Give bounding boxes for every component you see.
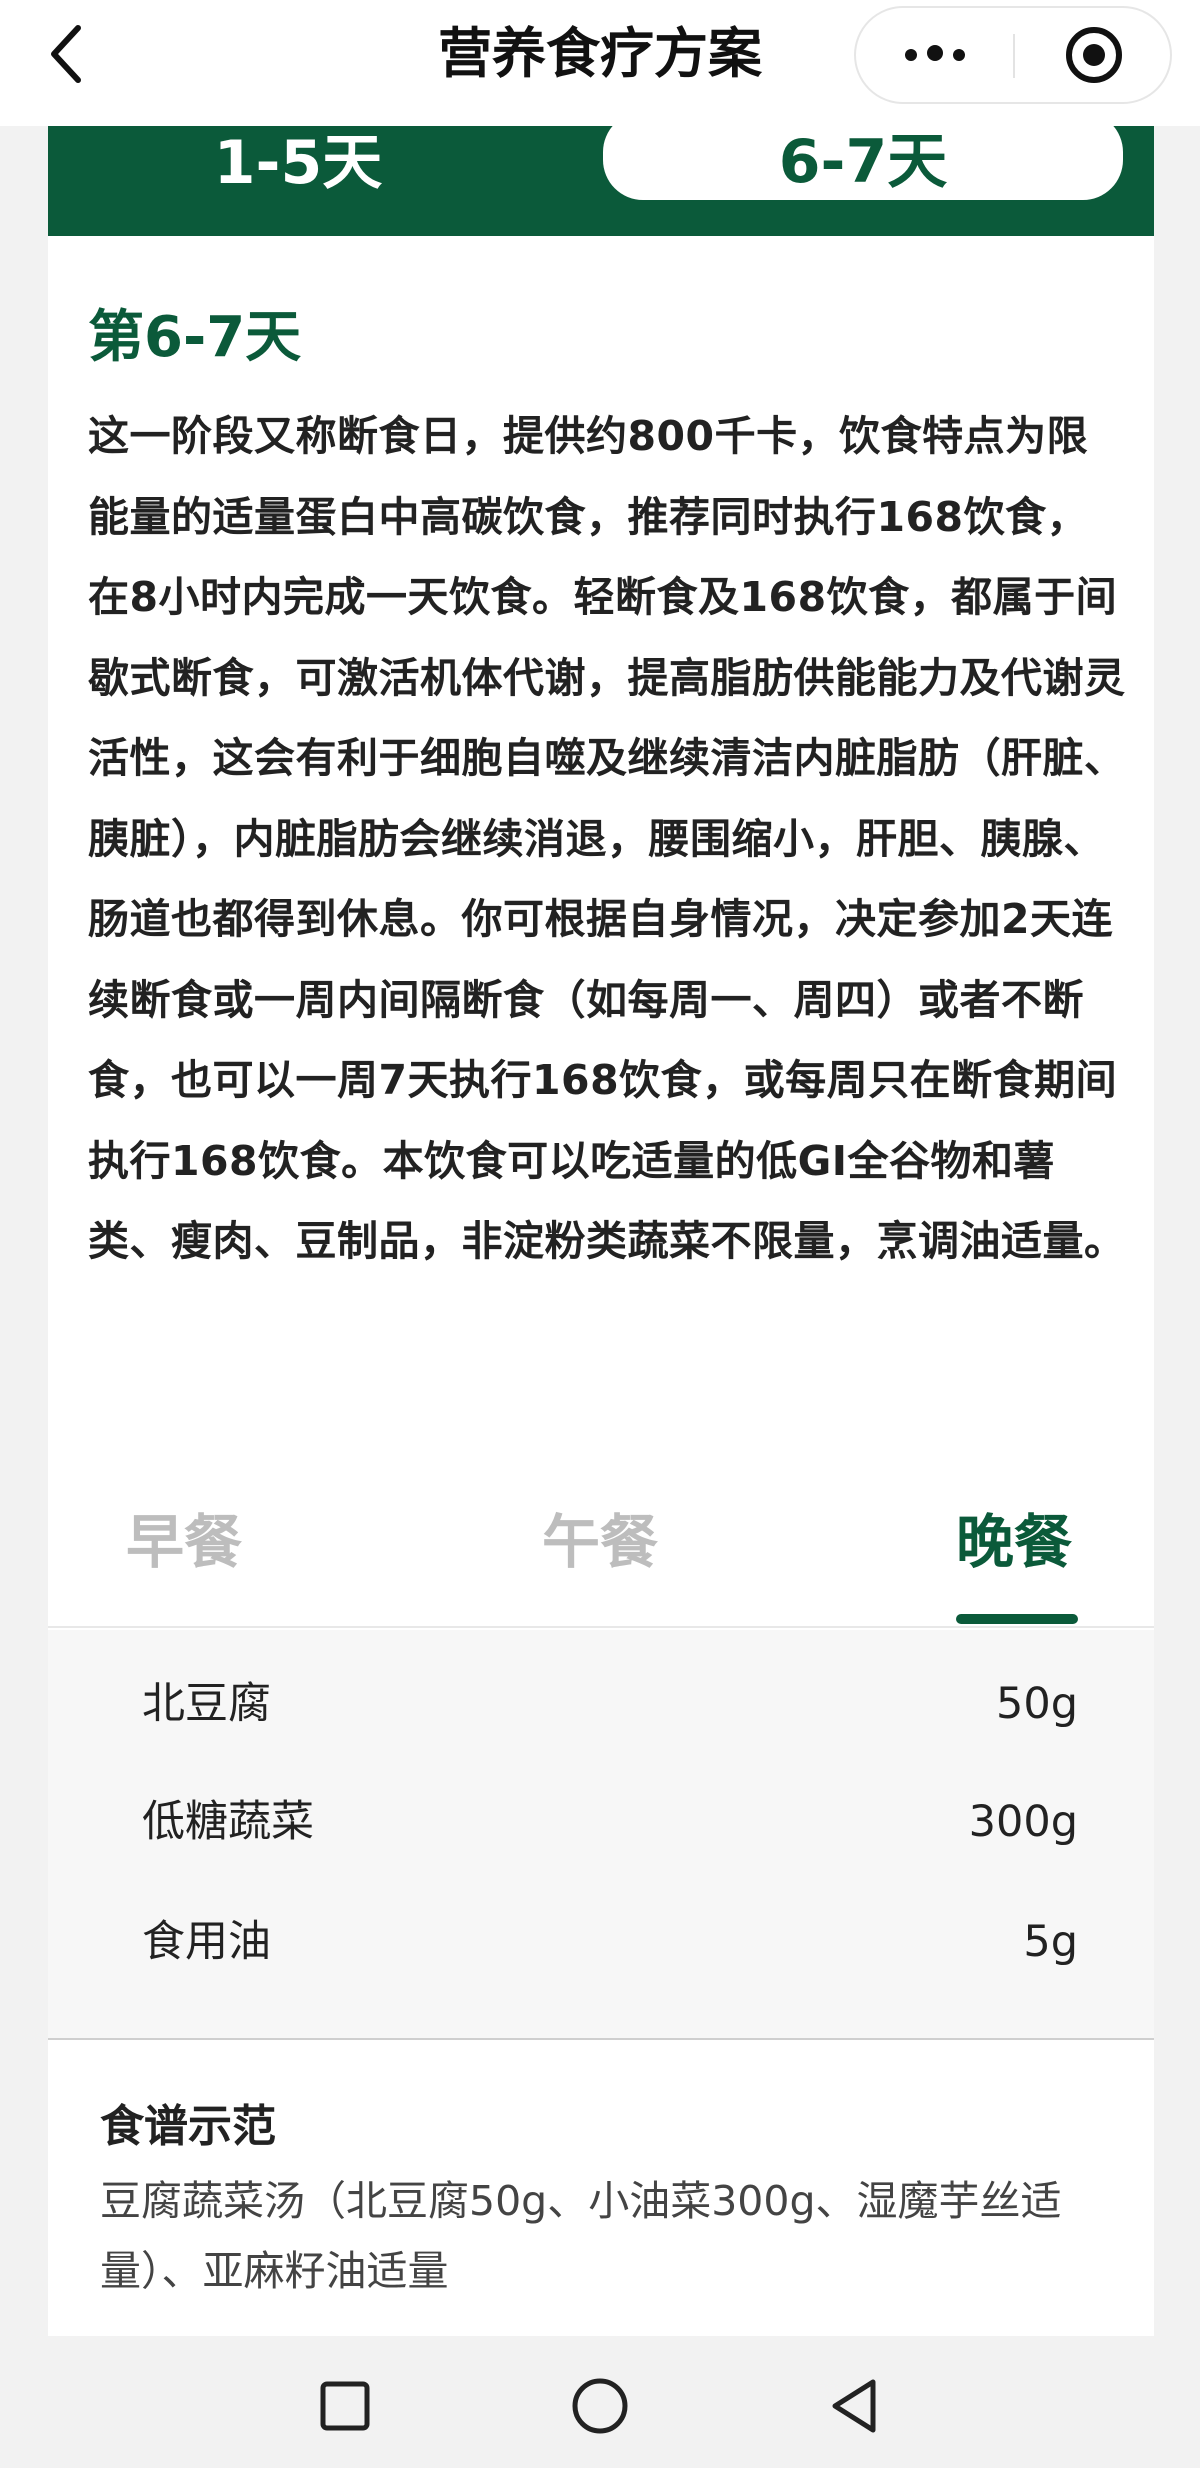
home-circle-icon	[572, 2378, 628, 2434]
ingredient-quantity: 300g	[968, 1797, 1078, 1847]
more-button[interactable]	[856, 8, 1014, 102]
more-dots-icon	[900, 45, 970, 65]
recent-apps-square-icon	[320, 2381, 370, 2431]
section-title: 第6-7天	[88, 305, 302, 370]
top-nav-bar: 营养食疗方案	[0, 0, 1200, 126]
ingredient-name: 食用油	[142, 1917, 271, 1967]
home-button[interactable]	[560, 2366, 640, 2446]
back-nav-button[interactable]	[815, 2366, 895, 2446]
list-item: 低糖蔬菜 300g	[142, 1782, 1078, 1862]
ingredient-name: 低糖蔬菜	[142, 1797, 314, 1847]
tab-lunch[interactable]: 午餐	[542, 1502, 658, 1582]
recipe-title: 食谱示范	[100, 2101, 276, 2152]
meal-tabs: 早餐 午餐 晚餐	[48, 1482, 1154, 1628]
ingredient-list: 北豆腐 50g 低糖蔬菜 300g 食用油 5g	[48, 1630, 1154, 2040]
target-close-icon	[1066, 27, 1122, 83]
tab-dinner[interactable]: 晚餐	[956, 1502, 1072, 1582]
tab-breakfast[interactable]: 早餐	[126, 1502, 242, 1582]
recent-apps-button[interactable]	[305, 2366, 385, 2446]
ingredient-quantity: 50g	[995, 1679, 1078, 1729]
ingredient-quantity: 5g	[1023, 1917, 1078, 1967]
ingredient-name: 北豆腐	[142, 1679, 271, 1729]
back-triangle-icon	[832, 2379, 876, 2433]
day-range-tabs: 1-5天 6-7天	[48, 112, 1154, 236]
system-nav-bar	[0, 2336, 1200, 2468]
capsule-divider	[1013, 34, 1015, 78]
section-description: 这一阶段又称断食日，提供约800千卡，饮食特点为限能量的适量蛋白中高碳饮食，推荐…	[88, 412, 1126, 1265]
list-item: 食用油 5g	[142, 1902, 1078, 1982]
close-button[interactable]	[1016, 8, 1172, 102]
mini-program-capsule	[854, 6, 1172, 104]
plan-card: 第6-7天 这一阶段又称断食日，提供约800千卡，饮食特点为限能量的适量蛋白中高…	[48, 236, 1154, 2336]
recipe-text: 豆腐蔬菜汤（北豆腐50g、小油菜300g、湿魔芋丝适量）、亚麻籽油适量	[100, 2177, 1062, 2295]
tab-days-1-5[interactable]: 1-5天	[148, 126, 448, 200]
active-tab-indicator	[956, 1614, 1078, 1624]
list-item: 北豆腐 50g	[142, 1664, 1078, 1744]
